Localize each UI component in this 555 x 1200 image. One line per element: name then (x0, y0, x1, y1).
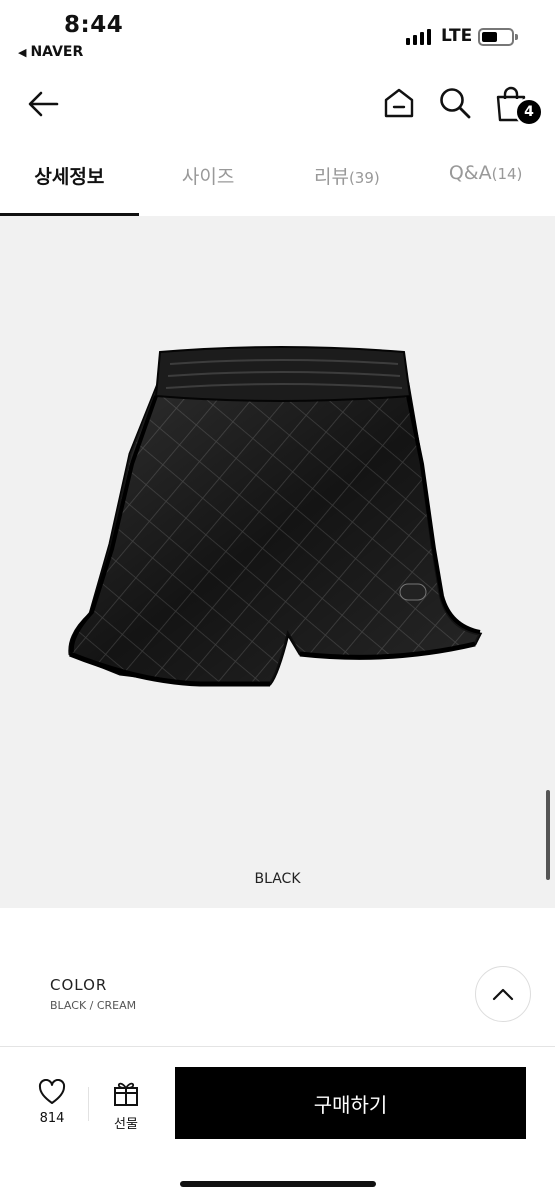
home-icon[interactable] (382, 86, 416, 120)
battery-icon (478, 28, 518, 46)
tab-size[interactable]: 사이즈 (139, 148, 278, 216)
home-indicator (180, 1181, 376, 1187)
option-label: COLOR (50, 976, 108, 994)
top-nav: 4 (0, 78, 555, 130)
divider (88, 1087, 89, 1121)
product-image-area: BLACK (0, 216, 555, 908)
cart-count-badge: 4 (515, 98, 543, 126)
back-to-app-link[interactable]: ◀ NAVER (18, 44, 83, 60)
heart-icon (38, 1078, 66, 1104)
gift-icon (114, 1082, 138, 1106)
signal-icon (406, 28, 431, 45)
like-count: 814 (39, 1111, 65, 1126)
status-bar: 8:44 ◀ NAVER LTE (0, 0, 555, 70)
tab-details[interactable]: 상세정보 (0, 148, 139, 216)
tab-label: 사이즈 (181, 166, 235, 188)
image-caption: BLACK (254, 871, 301, 887)
tab-label: Q&A (448, 162, 492, 184)
scrollbar[interactable] (546, 790, 550, 880)
status-time: 8:44 (64, 12, 124, 38)
tab-reviews[interactable]: 리뷰(39) (278, 148, 417, 216)
chevron-up-icon (492, 988, 514, 1001)
gift-button[interactable]: 선물 (104, 1079, 148, 1132)
product-image (68, 346, 483, 687)
back-triangle-icon: ◀ (18, 45, 27, 59)
buy-button[interactable]: 구매하기 (175, 1067, 526, 1139)
tab-label: 리뷰 (313, 166, 349, 188)
tab-count: (39) (348, 169, 380, 187)
purchase-bar: 814 선물 구매하기 (0, 1046, 555, 1200)
option-values: BLACK / CREAM (50, 999, 137, 1012)
search-icon[interactable] (438, 86, 472, 120)
gift-label: 선물 (114, 1117, 138, 1132)
scroll-to-top-button[interactable] (475, 966, 531, 1022)
tab-qna[interactable]: Q&A(14) (416, 148, 555, 216)
tab-label: 상세정보 (34, 166, 105, 188)
tab-count: (14) (491, 165, 523, 183)
network-label: LTE (441, 26, 473, 46)
back-arrow-icon[interactable] (26, 86, 62, 122)
detail-tabs: 상세정보 사이즈 리뷰(39) Q&A(14) (0, 148, 555, 216)
like-button[interactable]: 814 (30, 1078, 74, 1126)
back-app-label: NAVER (30, 44, 84, 60)
